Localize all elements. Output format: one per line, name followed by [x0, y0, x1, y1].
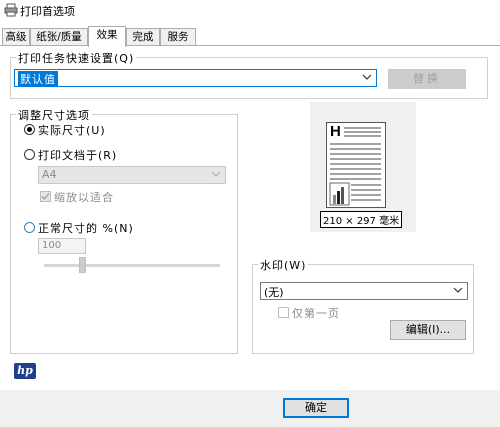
radio-selected-dot	[27, 127, 32, 132]
paper-size-value: A4	[42, 168, 57, 181]
percent-input[interactable]: 100	[38, 238, 86, 254]
resize-options-title: 调整尺寸选项	[16, 107, 92, 123]
tab-services[interactable]: 服务	[160, 28, 196, 46]
percent-normal-label: 正常尺寸的 %(N)	[38, 222, 134, 235]
paper-size-readout: 210 × 297 毫米	[320, 211, 403, 228]
fit-to-radio[interactable]	[24, 149, 35, 160]
actual-size-label: 实际尺寸(U)	[38, 124, 106, 137]
checkmark-icon	[41, 193, 50, 200]
printer-icon	[4, 3, 18, 17]
chevron-down-icon	[362, 74, 372, 80]
quick-settings-select[interactable]: 默认值	[14, 69, 377, 87]
percent-normal-radio[interactable]	[24, 222, 35, 233]
tab-effects[interactable]: 效果	[88, 26, 126, 47]
hp-logo: hp	[14, 363, 36, 379]
quick-settings-title: 打印任务快速设置(Q)	[16, 50, 137, 66]
first-page-only-checkbox[interactable]	[278, 307, 289, 318]
chevron-down-icon	[211, 171, 221, 177]
tab-finishing[interactable]: 完成	[126, 28, 160, 46]
preview-content-lines	[329, 127, 381, 206]
watermark-value: (无)	[264, 286, 284, 299]
tab-advanced[interactable]: 高级	[2, 28, 30, 46]
paper-size-select[interactable]: A4	[38, 166, 226, 184]
fit-to-label: 打印文档于(R)	[38, 149, 118, 162]
preview-paper: H	[326, 122, 386, 208]
percent-slider-track[interactable]	[44, 264, 220, 267]
window-title: 打印首选项	[20, 5, 75, 18]
ok-button[interactable]: 确定	[283, 398, 349, 418]
edit-watermark-button[interactable]: 编辑(I)...	[390, 320, 466, 340]
scale-to-fit-checkbox[interactable]	[40, 191, 51, 202]
tab-paper-quality[interactable]: 纸张/质量	[30, 28, 88, 46]
scale-to-fit-label: 缩放以适合	[54, 191, 114, 204]
title-bar: 打印首选项	[0, 0, 500, 22]
tab-bar: 高级 纸张/质量 效果 完成 服务	[0, 26, 500, 47]
percent-slider-thumb[interactable]	[78, 257, 86, 273]
first-page-only-label: 仅第一页	[292, 307, 340, 320]
watermark-title: 水印(W)	[258, 257, 309, 273]
quick-settings-value: 默认值	[18, 71, 58, 87]
dialog-footer	[0, 390, 500, 427]
chevron-down-icon	[453, 287, 463, 293]
actual-size-radio[interactable]	[24, 124, 35, 135]
watermark-select[interactable]: (无)	[260, 282, 468, 300]
replace-button[interactable]: 替换	[388, 69, 466, 89]
